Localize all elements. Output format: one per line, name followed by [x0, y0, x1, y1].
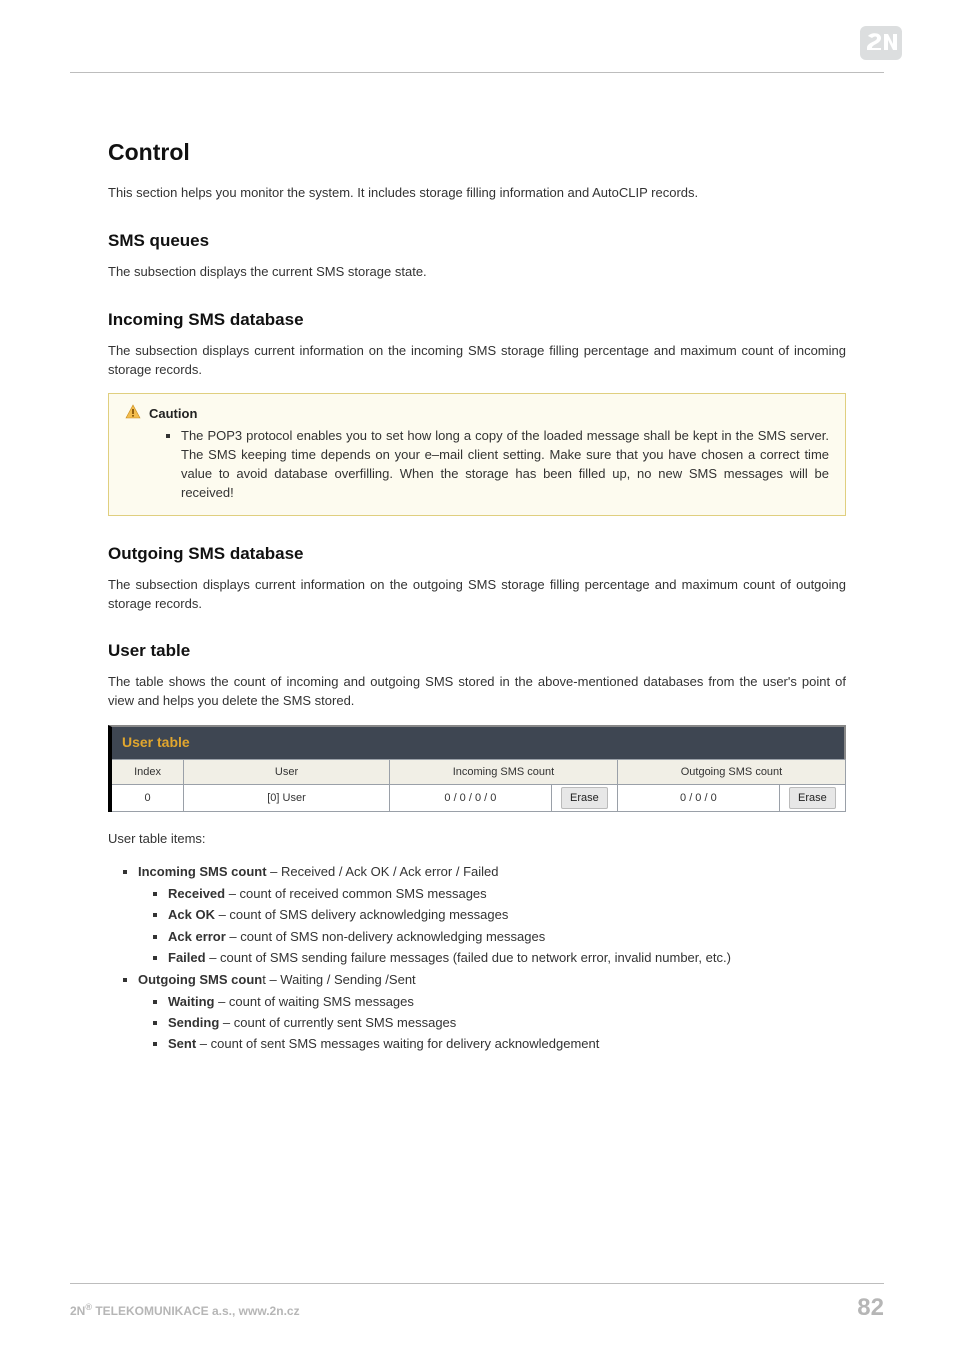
item-failed-desc: – count of SMS sending failure messages … [206, 950, 731, 965]
col-incoming: Incoming SMS count [389, 760, 617, 785]
text-incoming-db: The subsection displays current informat… [108, 342, 846, 380]
heading-sms-queues: SMS queues [108, 231, 846, 251]
item-ackerr-label: Ack error [168, 929, 226, 944]
text-outgoing-db: The subsection displays current informat… [108, 576, 846, 614]
heading-incoming-db: Incoming SMS database [108, 310, 846, 330]
item-received-desc: – count of received common SMS messages [225, 886, 487, 901]
caution-text: The POP3 protocol enables you to set how… [181, 427, 829, 502]
item-ackok-desc: – count of SMS delivery acknowledging me… [215, 907, 508, 922]
col-user: User [184, 760, 390, 785]
user-table-widget: User table Index User Incoming SMS count… [108, 725, 846, 812]
item-sent-label: Sent [168, 1036, 196, 1051]
caution-header: Caution [125, 404, 829, 423]
list-item: Failed – count of SMS sending failure me… [168, 949, 846, 967]
col-index: Index [110, 760, 184, 785]
footer-company-sup: ® [85, 1302, 92, 1312]
cell-index: 0 [110, 785, 184, 812]
item-incoming-label: Incoming SMS count [138, 864, 267, 879]
list-item: Outgoing SMS count – Waiting / Sending /… [138, 971, 846, 1054]
caution-panel: Caution The POP3 protocol enables you to… [108, 393, 846, 515]
list-item: Sent – count of sent SMS messages waitin… [168, 1035, 846, 1053]
list-item: Ack OK – count of SMS delivery acknowled… [168, 906, 846, 924]
heading-control: Control [108, 139, 846, 166]
footer-company-rest: TELEKOMUNIKACE a.s., www.2n.cz [92, 1304, 300, 1318]
caution-body: The POP3 protocol enables you to set how… [125, 427, 829, 502]
item-incoming-desc: – Received / Ack OK / Ack error / Failed [267, 864, 499, 879]
cell-incoming-erase: Erase [551, 785, 617, 812]
item-waiting-desc: – count of waiting SMS messages [214, 994, 413, 1009]
col-outgoing: Outgoing SMS count [617, 760, 845, 785]
text-sms-queues: The subsection displays the current SMS … [108, 263, 846, 282]
text-control-intro: This section helps you monitor the syste… [108, 184, 846, 203]
user-table: Index User Incoming SMS count Outgoing S… [108, 759, 846, 812]
cell-outgoing-count: 0 / 0 / 0 [617, 785, 779, 812]
content-area: Control This section helps you monitor t… [70, 73, 884, 1054]
item-sending-desc: – count of currently sent SMS messages [219, 1015, 456, 1030]
item-waiting-label: Waiting [168, 994, 214, 1009]
page-number: 82 [857, 1294, 884, 1322]
cell-outgoing-erase: Erase [779, 785, 845, 812]
heading-outgoing-db: Outgoing SMS database [108, 544, 846, 564]
caution-title: Caution [149, 406, 197, 421]
text-user-table: The table shows the count of incoming an… [108, 673, 846, 711]
warning-icon [125, 404, 141, 423]
document-page: Control This section helps you monitor t… [0, 0, 954, 1350]
user-table-title: User table [108, 725, 846, 759]
item-sent-desc: – count of sent SMS messages waiting for… [196, 1036, 599, 1051]
cell-user: [0] User [184, 785, 390, 812]
item-failed-label: Failed [168, 950, 206, 965]
cell-incoming-count: 0 / 0 / 0 / 0 [389, 785, 551, 812]
item-sending-label: Sending [168, 1015, 219, 1030]
heading-user-table: User table [108, 641, 846, 661]
list-item: Waiting – count of waiting SMS messages [168, 993, 846, 1011]
list-item: Received – count of received common SMS … [168, 885, 846, 903]
list-item: Incoming SMS count – Received / Ack OK /… [138, 863, 846, 967]
list-item: Ack error – count of SMS non-delivery ac… [168, 928, 846, 946]
erase-incoming-button[interactable]: Erase [561, 787, 608, 809]
footer-company: 2N® TELEKOMUNIKACE a.s., www.2n.cz [70, 1302, 300, 1318]
item-outgoing-label: Outgoing SMS coun [138, 972, 262, 987]
page-footer: 2N® TELEKOMUNIKACE a.s., www.2n.cz 82 [70, 1283, 884, 1322]
text-user-table-items: User table items: [108, 830, 846, 849]
table-header-row: Index User Incoming SMS count Outgoing S… [110, 760, 846, 785]
item-outgoing-t: t – Waiting / Sending /Sent [262, 972, 415, 987]
brand-logo [860, 26, 902, 60]
item-received-label: Received [168, 886, 225, 901]
footer-company-prefix: 2N [70, 1304, 85, 1318]
items-list: Incoming SMS count – Received / Ack OK /… [138, 863, 846, 1054]
list-item: Sending – count of currently sent SMS me… [168, 1014, 846, 1032]
item-ackerr-desc: – count of SMS non-delivery acknowledgin… [226, 929, 545, 944]
item-ackok-label: Ack OK [168, 907, 215, 922]
erase-outgoing-button[interactable]: Erase [789, 787, 836, 809]
table-row: 0 [0] User 0 / 0 / 0 / 0 Erase 0 / 0 / 0… [110, 785, 846, 812]
